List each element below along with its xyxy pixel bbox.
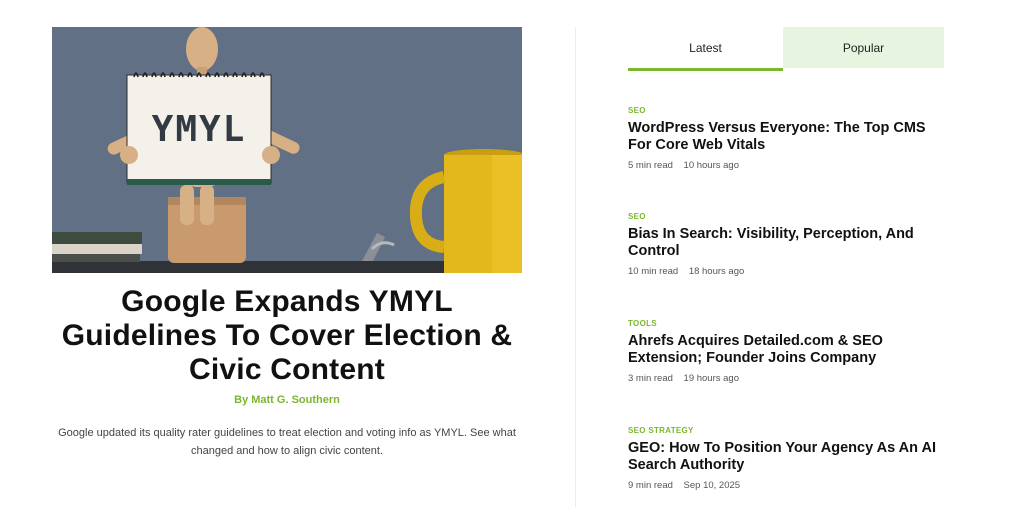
featured-image[interactable]: YMYL	[52, 27, 522, 273]
category-label[interactable]: SEO STRATEGY	[628, 426, 948, 435]
read-time: 10 min read	[628, 266, 679, 277]
article-meta: 3 min read 19 hours ago	[628, 373, 948, 384]
category-label[interactable]: TOOLS	[628, 319, 948, 328]
article-title[interactable]: WordPress Versus Everyone: The Top CMS F…	[628, 120, 948, 154]
article-meta: 10 min read 18 hours ago	[628, 266, 948, 277]
sign-text: YMYL	[152, 109, 247, 150]
read-time: 5 min read	[628, 160, 673, 171]
author-link[interactable]: By Matt G. Southern	[234, 394, 340, 406]
timestamp: 19 hours ago	[683, 373, 739, 384]
featured-image-illustration: YMYL	[52, 27, 522, 273]
list-item: SEO Bias In Search: Visibility, Percepti…	[628, 212, 948, 277]
featured-excerpt: Google updated its quality rater guideli…	[58, 427, 516, 457]
column-divider	[575, 27, 576, 507]
article-meta: 5 min read 10 hours ago	[628, 160, 948, 171]
article-meta: 9 min read Sep 10, 2025	[628, 480, 948, 491]
article-tabs: Latest Popular	[628, 27, 944, 71]
read-time: 9 min read	[628, 480, 673, 491]
timestamp: Sep 10, 2025	[683, 480, 741, 491]
page: YMYL Google Expands YMYL Guidelines To C…	[0, 0, 1024, 521]
tab-latest[interactable]: Latest	[628, 27, 783, 71]
list-item: TOOLS Ahrefs Acquires Detailed.com & SEO…	[628, 319, 948, 384]
tab-popular[interactable]: Popular	[783, 27, 944, 68]
read-time: 3 min read	[628, 373, 673, 384]
featured-headline[interactable]: Google Expands YMYL Guidelines To Cover …	[52, 285, 522, 387]
article-title[interactable]: Bias In Search: Visibility, Perception, …	[628, 226, 948, 260]
list-item: SEO WordPress Versus Everyone: The Top C…	[628, 106, 948, 171]
timestamp: 18 hours ago	[688, 266, 745, 277]
list-item: SEO STRATEGY GEO: How To Position Your A…	[628, 426, 948, 491]
author-byline: By Matt G. Southern	[52, 394, 522, 406]
article-title[interactable]: Ahrefs Acquires Detailed.com & SEO Exten…	[628, 333, 948, 367]
article-title[interactable]: GEO: How To Position Your Agency As An A…	[628, 440, 948, 474]
timestamp: 10 hours ago	[683, 160, 739, 171]
category-label[interactable]: SEO	[628, 106, 948, 115]
category-label[interactable]: SEO	[628, 212, 948, 221]
